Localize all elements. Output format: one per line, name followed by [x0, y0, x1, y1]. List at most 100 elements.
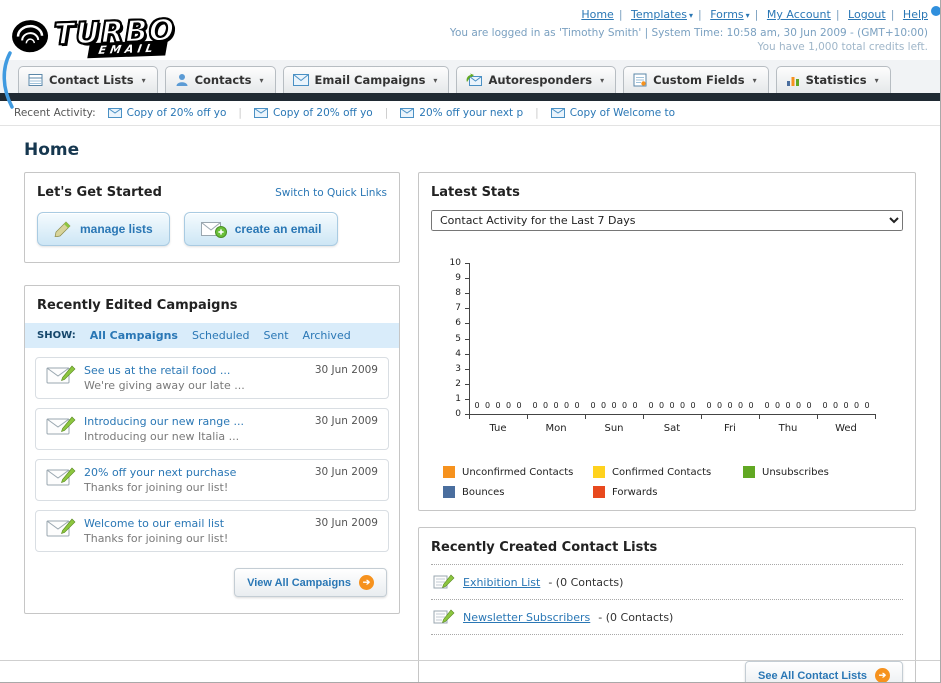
see-all-contact-lists-button[interactable]: See All Contact Lists	[744, 661, 903, 682]
contact-list-link[interactable]: Newsletter Subscribers	[463, 611, 590, 624]
tab-email-campaigns[interactable]: Email Campaigns	[282, 66, 450, 93]
tab-label: Contact Lists	[49, 73, 134, 87]
legend-label: Bounces	[462, 486, 505, 498]
campaign-title-link[interactable]: Welcome to our email list	[84, 517, 228, 530]
recent-activity-link[interactable]: Copy of 20% off yo	[127, 107, 227, 119]
bar-value-label: 0	[495, 401, 501, 410]
bar-value-label: 0	[822, 401, 828, 410]
recent-activity-item[interactable]: Copy of 20% off yo	[107, 107, 227, 119]
recent-activity-label: Recent Activity:	[14, 107, 96, 119]
stats-period-select[interactable]: Contact Activity for the Last 7 Days	[431, 210, 903, 231]
bar-value-label: 0	[590, 401, 596, 410]
bar-value-label: 0	[795, 401, 802, 410]
bar-value-label: 0	[516, 401, 522, 410]
y-tick-label: 10	[449, 258, 461, 268]
bar-value-label: 0	[706, 401, 712, 410]
decoration-dot	[931, 6, 940, 16]
envelope-plus-icon	[200, 222, 227, 238]
campaigns-title: Recently Edited Campaigns	[37, 298, 238, 313]
tab-custom-fields[interactable]: Custom Fields	[623, 66, 769, 93]
campaign-item[interactable]: Introducing our new range ... Introducin…	[35, 408, 389, 450]
x-axis-line	[469, 414, 876, 415]
filter-sent[interactable]: Sent	[264, 329, 289, 342]
chevron-down-icon	[260, 76, 264, 85]
manage-lists-button[interactable]: manage lists	[37, 212, 170, 246]
tab-contacts[interactable]: Contacts	[164, 66, 276, 93]
contacts-icon	[176, 74, 188, 86]
tab-statistics[interactable]: Statistics	[775, 66, 891, 93]
campaign-edit-icon	[46, 416, 76, 435]
recent-activity-item[interactable]: Copy of 20% off yo	[253, 107, 373, 119]
tab-autoresponders[interactable]: Autoresponders	[456, 66, 617, 93]
legend-swatch	[443, 486, 455, 498]
tab-contact-lists[interactable]: Contact Lists	[18, 66, 158, 93]
contact-list-link[interactable]: Exhibition List	[463, 576, 540, 589]
top-link-home[interactable]: Home	[581, 8, 613, 21]
separator	[614, 8, 628, 21]
y-tick	[465, 398, 469, 400]
recent-activity-link[interactable]: Copy of Welcome to	[570, 107, 675, 119]
filter-archived[interactable]: Archived	[303, 329, 351, 342]
x-tick	[643, 414, 644, 419]
bar-value-label: 0	[553, 401, 559, 410]
tab-label: Statistics	[805, 73, 867, 87]
campaign-item[interactable]: Welcome to our email list Thanks for joi…	[35, 510, 389, 552]
bar-value-label: 0	[621, 401, 628, 410]
legend-swatch	[443, 466, 455, 478]
bar-value-label: 0	[542, 401, 549, 410]
campaign-title-link[interactable]: See us at the retail food ...	[84, 364, 245, 377]
recent-activity-link[interactable]: Copy of 20% off yo	[273, 107, 373, 119]
campaign-item[interactable]: 20% off your next purchase Thanks for jo…	[35, 459, 389, 501]
y-tick	[465, 263, 469, 264]
manage-lists-label: manage lists	[80, 222, 153, 236]
view-all-campaigns-button[interactable]: View All Campaigns	[234, 568, 387, 597]
x-tick-label: Tue	[489, 423, 507, 434]
filter-scheduled[interactable]: Scheduled	[192, 329, 250, 342]
pencil-icon	[54, 221, 71, 237]
top-link-forms[interactable]: Forms	[710, 8, 743, 21]
top-link-my-account[interactable]: My Account	[767, 8, 831, 21]
campaign-edit-icon	[46, 467, 76, 486]
bar-value-label: 0	[484, 401, 491, 410]
contact-list-count: - (0 Contacts)	[598, 610, 674, 624]
separator	[531, 107, 543, 119]
bar-value-label: 0	[532, 401, 538, 410]
legend-swatch	[593, 486, 605, 498]
bar-value-label: 0	[774, 401, 781, 410]
turbo-email-dashboard: TURBO EMAIL Home Templates Forms My Acco…	[0, 0, 941, 683]
filter-all-campaigns[interactable]: All Campaigns	[90, 329, 178, 342]
campaign-title-link[interactable]: 20% off your next purchase	[84, 466, 236, 479]
top-link-templates[interactable]: Templates	[631, 8, 687, 21]
y-tick-label: 1	[455, 393, 461, 404]
latest-stats-panel: Latest Stats Contact Activity for the La…	[418, 172, 916, 511]
bar-value-label: 0	[716, 401, 723, 410]
view-all-campaigns-label: View All Campaigns	[247, 576, 351, 589]
top-link-help[interactable]: Help	[903, 8, 928, 21]
campaign-item[interactable]: See us at the retail food ... We're givi…	[35, 357, 389, 399]
legend-item: Forwards	[593, 486, 743, 498]
campaign-date: 30 Jun 2009	[314, 517, 378, 529]
campaign-title-link[interactable]: Introducing our new range ...	[84, 415, 244, 428]
chevron-down-icon	[142, 76, 146, 85]
campaign-subtitle: Thanks for joining our list!	[84, 481, 229, 494]
campaign-date: 30 Jun 2009	[314, 364, 378, 376]
statistics-icon	[786, 76, 799, 86]
contact-list-item[interactable]: Exhibition List - (0 Contacts)	[431, 565, 903, 600]
chart-legend: Unconfirmed Contacts Confirmed Contacts Un…	[443, 466, 903, 498]
separator	[234, 107, 246, 119]
bar-value-label: 0	[727, 401, 733, 410]
y-tick-label: 8	[455, 288, 461, 299]
right-column: Latest Stats Contact Activity for the La…	[418, 172, 916, 682]
switch-quick-links-link[interactable]: Switch to Quick Links	[275, 187, 387, 199]
recent-activity-item[interactable]: Copy of Welcome to	[550, 107, 675, 119]
list-edit-icon	[433, 574, 455, 589]
create-email-button[interactable]: create an email	[183, 212, 339, 246]
y-tick	[465, 368, 469, 370]
legend-label: Forwards	[612, 486, 658, 498]
recent-activity-link[interactable]: 20% off your next p	[419, 107, 523, 119]
contact-list-item[interactable]: Newsletter Subscribers - (0 Contacts)	[431, 600, 903, 635]
campaigns-filter-bar: SHOW: All Campaigns Scheduled Sent Archi…	[25, 323, 399, 348]
recent-activity-item[interactable]: 20% off your next p	[400, 107, 523, 119]
top-link-logout[interactable]: Logout	[848, 8, 886, 21]
latest-stats-title: Latest Stats	[431, 185, 520, 200]
